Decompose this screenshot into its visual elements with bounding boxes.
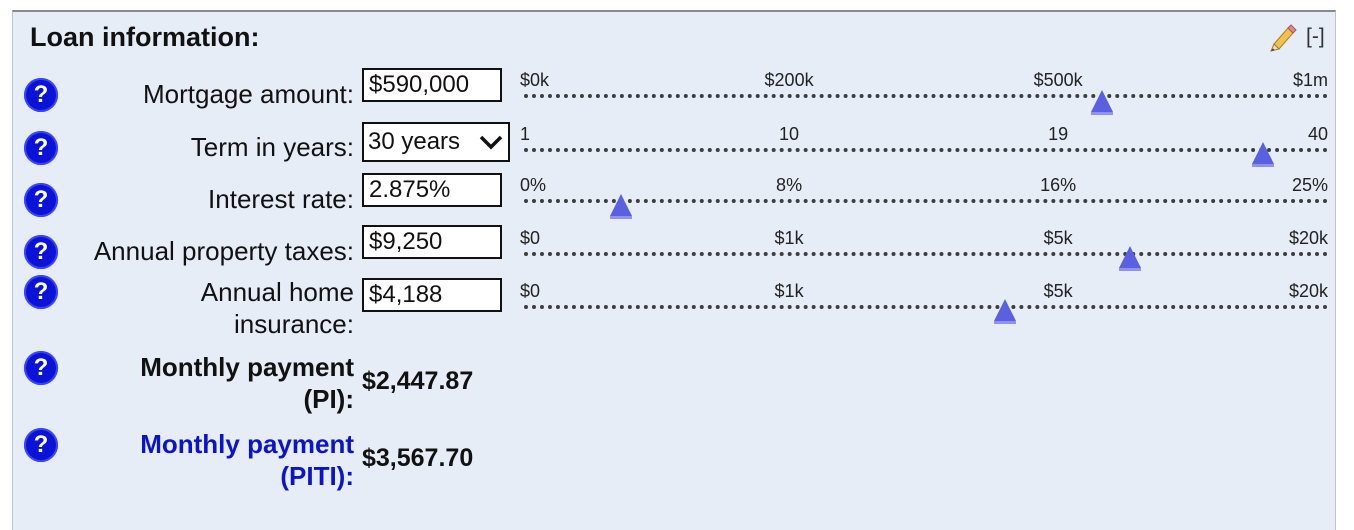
- slider-tick: $20k: [1288, 281, 1328, 301]
- slider-tick: 16%: [1040, 175, 1077, 195]
- slider-tick: 25%: [1291, 175, 1328, 195]
- slider-tick: $1m: [1292, 70, 1328, 90]
- slider-tick: $5k: [1043, 228, 1073, 248]
- monthly-payment-pi-value: $2,447.87: [362, 367, 474, 395]
- slider-tick: $1k: [774, 228, 804, 248]
- slider-track: [524, 148, 1328, 152]
- mortgage-amount-slider[interactable]: $0k $200k $500k $1m: [520, 70, 1328, 120]
- help-icon-term[interactable]: ?: [24, 131, 58, 165]
- home-insurance-label-line2: insurance:: [234, 309, 354, 339]
- interest-rate-label: Interest rate:: [208, 184, 354, 214]
- term-slider[interactable]: 1 10 19 40: [520, 124, 1328, 174]
- mortgage-amount-input[interactable]: $590,000: [362, 68, 502, 102]
- mortgage-amount-label: Mortgage amount:: [142, 79, 354, 109]
- slider-tick: 19: [1048, 124, 1069, 144]
- slider-tick: 10: [779, 124, 800, 144]
- slider-thumb[interactable]: [1119, 246, 1142, 271]
- help-icon-payment-piti[interactable]: ?: [24, 428, 58, 462]
- panel-title: Loan information:: [30, 22, 260, 52]
- help-icon-mortgage[interactable]: ?: [24, 78, 58, 112]
- slider-tick: $1k: [774, 281, 804, 301]
- slider-track: [524, 252, 1328, 256]
- term-label: Term in years:: [190, 132, 354, 162]
- monthly-payment-pi-label: Monthly payment (PI):: [140, 351, 354, 415]
- home-insurance-label: Annual home insurance:: [201, 276, 354, 340]
- chevron-down-icon: [479, 135, 503, 150]
- slider-thumb[interactable]: [610, 194, 632, 219]
- slider-tick: $0: [520, 281, 541, 301]
- slider-thumb[interactable]: [993, 299, 1016, 324]
- slider-thumb[interactable]: [1252, 142, 1275, 167]
- monthly-payment-piti-label: Monthly payment (PITI):: [140, 428, 354, 492]
- slider-tick: $0: [520, 228, 541, 248]
- slider-track: [524, 305, 1328, 309]
- property-taxes-input[interactable]: $9,250: [362, 225, 502, 259]
- collapse-toggle[interactable]: [-]: [1306, 25, 1325, 49]
- pencil-icon[interactable]: [1268, 22, 1298, 52]
- panel-tools: [-]: [1268, 22, 1325, 52]
- monthly-payment-piti-value: $3,567.70: [362, 444, 474, 472]
- interest-rate-slider[interactable]: 0% 8% 16% 25%: [520, 175, 1328, 225]
- help-icon-taxes[interactable]: ?: [24, 235, 58, 269]
- home-insurance-input[interactable]: $4,188: [362, 278, 502, 312]
- term-select-value: 30 years: [368, 128, 461, 155]
- home-insurance-label-line1: Annual home: [200, 277, 354, 307]
- slider-tick: $500k: [1033, 70, 1083, 90]
- slider-tick: $0k: [520, 70, 550, 90]
- slider-tick: 0%: [520, 175, 547, 195]
- home-insurance-slider[interactable]: $0 $1k $5k $20k: [520, 281, 1328, 331]
- monthly-payment-pi-label-line1: Monthly payment: [140, 352, 354, 382]
- interest-rate-input[interactable]: 2.875%: [362, 173, 502, 207]
- property-taxes-label: Annual property taxes:: [93, 236, 354, 266]
- slider-tick: $200k: [764, 70, 814, 90]
- monthly-payment-piti-label-line2: (PITI):: [280, 461, 354, 491]
- slider-tick: 1: [520, 124, 531, 144]
- property-taxes-slider[interactable]: $0 $1k $5k $20k: [520, 228, 1328, 278]
- slider-tick: 40: [1307, 124, 1328, 144]
- monthly-payment-piti-label-line1: Monthly payment: [140, 429, 354, 459]
- slider-tick: 8%: [776, 175, 803, 195]
- help-icon-rate[interactable]: ?: [24, 183, 58, 217]
- slider-track: [524, 199, 1328, 203]
- slider-thumb[interactable]: [1090, 90, 1113, 115]
- slider-tick: $20k: [1288, 228, 1328, 248]
- term-select[interactable]: 30 years: [362, 122, 510, 162]
- help-icon-payment-pi[interactable]: ?: [24, 351, 58, 385]
- slider-tick: $5k: [1043, 281, 1073, 301]
- slider-track: [524, 94, 1328, 98]
- monthly-payment-pi-label-line2: (PI):: [303, 384, 354, 414]
- help-icon-insurance[interactable]: ?: [24, 275, 58, 309]
